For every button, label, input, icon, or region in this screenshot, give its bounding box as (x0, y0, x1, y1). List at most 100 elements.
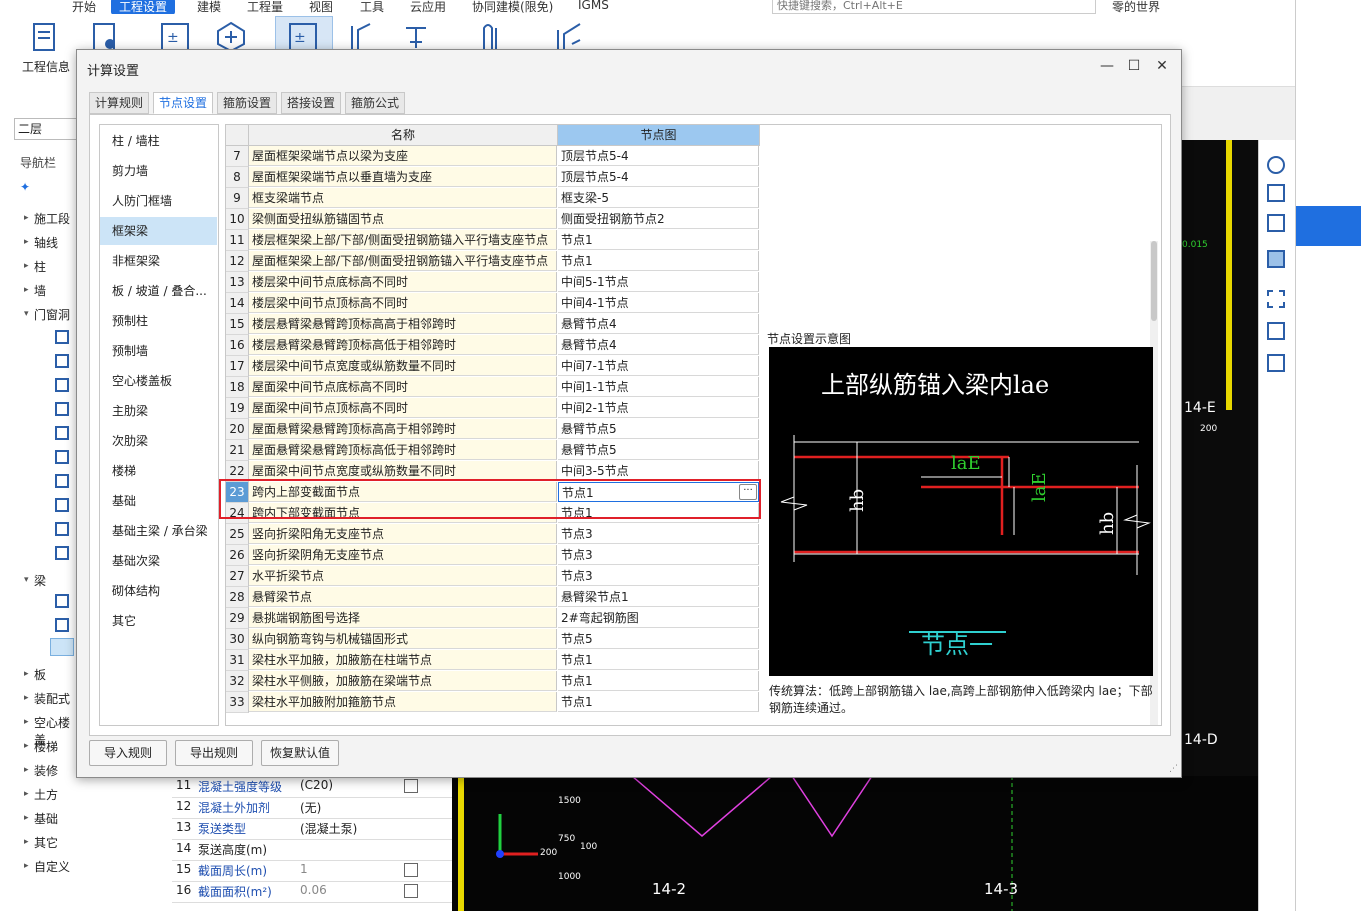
nav-item-beam[interactable]: 梁 (34, 572, 46, 589)
category-item[interactable]: 预制柱 (100, 307, 217, 335)
grid-row[interactable]: 19 屋面梁中间节点顶标高不同时 中间2-1节点 (226, 398, 760, 419)
expand-arrow-icon[interactable]: ▸ (24, 213, 29, 223)
category-item[interactable]: 基础主梁 / 承台梁 (100, 517, 217, 545)
expand-arrow-icon[interactable]: ▸ (24, 765, 29, 775)
tab-stirrup-settings[interactable]: 箍筋设置 (217, 92, 278, 114)
collapse-arrow-icon[interactable]: ▾ (24, 309, 29, 319)
tab-node-settings[interactable]: 节点设置 (153, 92, 214, 114)
nav-item-stairs[interactable]: 楼梯 (34, 738, 58, 755)
grid-row[interactable]: 14 楼层梁中间节点顶标高不同时 中间4-1节点 (226, 293, 760, 314)
expand-arrow-icon[interactable]: ▸ (24, 837, 29, 847)
cube-filled-icon[interactable] (1267, 250, 1285, 268)
nav-item-wall[interactable]: 墙 (34, 282, 46, 299)
grid-row[interactable]: 29 悬挑端钢筋图号选择 2#弯起钢筋图 (226, 608, 760, 629)
grid-row[interactable]: 11 楼层框架梁上部/下部/侧面受扭钢筋锚入平行墙支座节点 节点1 (226, 230, 760, 251)
row-node-value[interactable]: 侧面受扭钢筋节点2 (558, 209, 759, 229)
category-item-selected[interactable]: 框架梁 (100, 217, 217, 245)
grid-row[interactable]: 31 梁柱水平加腋，加腋筋在柱端节点 节点1 (226, 650, 760, 671)
expand-arrow-icon[interactable]: ▸ (24, 237, 29, 247)
floor-select[interactable]: 二层 (14, 118, 79, 140)
close-icon[interactable]: ✕ (1152, 58, 1172, 74)
nav-item-axis[interactable]: 轴线 (34, 234, 58, 251)
row-node-value[interactable]: 节点1 (558, 251, 759, 271)
import-rules-button[interactable]: 导入规则 (89, 740, 167, 766)
door-window-icon[interactable] (55, 378, 69, 392)
prop-row[interactable]: 15 截面周长(m) 1 (172, 860, 452, 882)
grid-row[interactable]: 32 梁柱水平侧腋，加腋筋在梁端节点 节点1 (226, 671, 760, 692)
prop-value[interactable]: (C20) (300, 778, 333, 792)
side-blue-banner[interactable] (1296, 206, 1361, 246)
fit-view-icon[interactable] (1267, 290, 1285, 308)
menu-igms[interactable]: IGMS (578, 0, 609, 12)
row-node-value[interactable]: 节点1 (558, 230, 759, 250)
menu-modeling[interactable]: 建模 (197, 0, 221, 15)
expand-arrow-icon[interactable]: ▸ (24, 813, 29, 823)
grid-row[interactable]: 18 屋面梁中间节点底标高不同时 中间1-1节点 (226, 377, 760, 398)
grid-row[interactable]: 20 屋面悬臂梁悬臂跨顶标高高于相邻跨时 悬臂节点5 (226, 419, 760, 440)
category-item[interactable]: 其它 (100, 607, 217, 635)
connecting-beam-icon[interactable] (50, 638, 74, 656)
wall-opening-icon[interactable] (55, 402, 69, 416)
cube-view-icon[interactable] (1267, 214, 1285, 232)
row-node-value[interactable]: 悬臂梁节点1 (558, 587, 759, 607)
grid-row[interactable]: 15 楼层悬臂梁悬臂跨顶标高高于相邻跨时 悬臂节点4 (226, 314, 760, 335)
row-node-value[interactable]: 悬臂节点5 (558, 419, 759, 439)
nav-item-door-window[interactable]: 门窗洞 (34, 306, 70, 323)
collapse-arrow-icon[interactable]: ▾ (24, 575, 29, 585)
grid-row[interactable]: 33 梁柱水平加腋附加箍筋节点 节点1 (226, 692, 760, 713)
3d-view-icon[interactable] (1267, 184, 1285, 202)
expand-arrow-icon[interactable]: ▸ (24, 261, 29, 271)
user-name[interactable]: 零的世界 (1112, 0, 1160, 15)
properties-view-icon[interactable] (1267, 354, 1285, 372)
prop-row[interactable]: 14 泵送高度(m) (172, 839, 452, 861)
row-node-value[interactable]: 顶层节点5-4 (558, 167, 759, 187)
band-window-icon[interactable] (55, 474, 69, 488)
expand-arrow-icon[interactable]: ▸ (24, 789, 29, 799)
tab-calc-rules[interactable]: 计算规则 (89, 92, 150, 114)
window-sill-icon[interactable] (55, 450, 69, 464)
grid-row[interactable]: 8 屋面框架梁端节点以垂直墙为支座 顶层节点5-4 (226, 167, 760, 188)
nav-item-earthwork[interactable]: 土方 (34, 786, 58, 803)
grid-row[interactable]: 25 竖向折梁阳角无支座节点 节点3 (226, 524, 760, 545)
row-node-value[interactable]: 中间5-1节点 (558, 272, 759, 292)
category-item[interactable]: 空心楼盖板 (100, 367, 217, 395)
row-node-value[interactable]: 悬臂节点4 (558, 314, 759, 334)
row-node-value[interactable]: 中间2-1节点 (558, 398, 759, 418)
tab-stirrup-formula[interactable]: 箍筋公式 (345, 92, 406, 114)
expand-arrow-icon[interactable]: ▸ (24, 693, 29, 703)
row-node-value[interactable]: 节点3 (558, 566, 759, 586)
row-node-value[interactable]: 节点5 (558, 629, 759, 649)
category-item[interactable]: 基础 (100, 487, 217, 515)
nav-item-foundation[interactable]: 基础 (34, 810, 58, 827)
cad-viewport-bottom[interactable]: 1500 750 1000 100 200 14-2 14-3 (452, 776, 1296, 911)
tab-lap-settings[interactable]: 搭接设置 (281, 92, 342, 114)
grid-row[interactable]: 27 水平折梁节点 节点3 (226, 566, 760, 587)
category-item[interactable]: 基础次梁 (100, 547, 217, 575)
category-item[interactable]: 楼梯 (100, 457, 217, 485)
grid-row[interactable]: 17 楼层梁中间节点宽度或纵筋数量不同时 中间7-1节点 (226, 356, 760, 377)
menu-tools[interactable]: 工具 (360, 0, 384, 15)
grid-row[interactable]: 16 楼层悬臂梁悬臂跨顶标高低于相邻跨时 悬臂节点4 (226, 335, 760, 356)
door-icon[interactable] (55, 330, 69, 344)
search-input[interactable] (772, 0, 1096, 14)
row-node-value[interactable]: 悬臂节点4 (558, 335, 759, 355)
prop-checkbox[interactable] (404, 884, 418, 898)
category-item[interactable]: 砌体结构 (100, 577, 217, 605)
expand-arrow-icon[interactable]: ▸ (24, 861, 29, 871)
nav-item-construction-segment[interactable]: 施工段 (34, 210, 70, 227)
expand-arrow-icon[interactable]: ▸ (24, 717, 29, 727)
nav-item-prefab[interactable]: 装配式 (34, 690, 70, 707)
nav-item-decoration[interactable]: 装修 (34, 762, 58, 779)
grid-row[interactable]: 30 纵向钢筋弯钩与机械锚固形式 节点5 (226, 629, 760, 650)
nav-item-column[interactable]: 柱 (34, 258, 46, 275)
prop-value[interactable]: (混凝土泵) (300, 820, 357, 837)
row-node-value[interactable]: 中间4-1节点 (558, 293, 759, 313)
prop-checkbox[interactable] (404, 779, 418, 793)
menu-project-settings[interactable]: 工程设置 (111, 0, 176, 15)
window-icon[interactable] (55, 354, 69, 368)
prop-value[interactable]: (无) (300, 799, 321, 816)
menu-start[interactable]: 开始 (72, 0, 96, 15)
beam-icon[interactable] (55, 594, 69, 608)
minimize-icon[interactable]: — (1097, 58, 1117, 74)
lintel-icon[interactable] (55, 426, 69, 440)
